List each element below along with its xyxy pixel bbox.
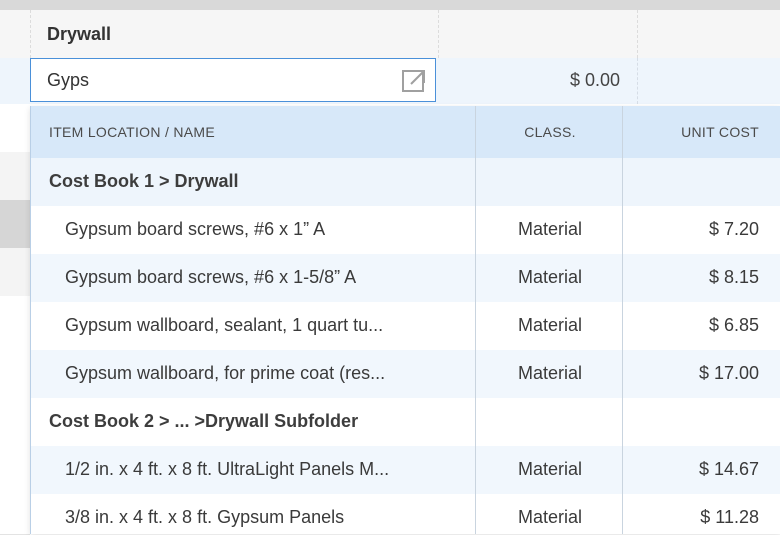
grid-row	[0, 488, 30, 535]
column-divider	[475, 106, 476, 534]
item-name: 1/2 in. x 4 ft. x 8 ft. UltraLight Panel…	[65, 459, 390, 479]
item-cost: $ 11.28	[700, 507, 759, 527]
column-header-name: ITEM LOCATION / NAME	[49, 124, 215, 140]
grid-row	[0, 152, 30, 201]
group-label: Cost Book 1 > Drywall	[49, 171, 239, 191]
item-class: Material	[517, 219, 583, 239]
column-divider	[622, 106, 623, 534]
item-cost: $ 14.67	[698, 459, 759, 479]
item-name: 3/8 in. x 4 ft. x 8 ft. Gypsum Panels	[65, 507, 345, 527]
item-name: Gypsum wallboard, for prime coat (res...	[65, 363, 386, 383]
price-cell[interactable]: $ 0.00	[440, 70, 620, 91]
item-search-dropdown[interactable]: ITEM LOCATION / NAME CLASS. UNIT COST Co…	[30, 106, 780, 534]
dropdown-header: ITEM LOCATION / NAME CLASS. UNIT COST	[31, 106, 780, 159]
item-class: Material	[517, 267, 583, 287]
item-class: Material	[517, 507, 583, 527]
grid-row	[0, 440, 30, 489]
list-item[interactable]: Gypsum board screws, #6 x 1-5/8” A Mater…	[31, 254, 780, 302]
group-row: Cost Book 1 > Drywall	[31, 158, 780, 206]
list-item[interactable]: 1/2 in. x 4 ft. x 8 ft. UltraLight Panel…	[31, 446, 780, 494]
item-cost: $ 6.85	[708, 315, 759, 335]
column-divider	[637, 58, 638, 104]
grid-row	[0, 392, 30, 441]
item-search-box[interactable]	[30, 58, 436, 102]
item-cost: $ 8.15	[708, 267, 759, 287]
item-class: Material	[517, 363, 583, 383]
column-header-class: CLASS.	[524, 124, 576, 140]
list-item[interactable]: Gypsum board screws, #6 x 1” A Material …	[31, 206, 780, 254]
column-divider	[438, 10, 439, 58]
column-divider	[637, 10, 638, 58]
grid-row	[0, 200, 30, 249]
item-name: Gypsum wallboard, sealant, 1 quart tu...	[65, 315, 384, 335]
item-cost: $ 17.00	[698, 363, 759, 383]
item-name: Gypsum board screws, #6 x 1-5/8” A	[65, 267, 357, 287]
item-name: Gypsum board screws, #6 x 1” A	[65, 219, 326, 239]
item-cost: $ 7.20	[708, 219, 759, 239]
list-item[interactable]: 3/8 in. x 4 ft. x 8 ft. Gypsum Panels Ma…	[31, 494, 780, 534]
grid-row	[0, 296, 30, 345]
list-item[interactable]: Gypsum wallboard, for prime coat (res...…	[31, 350, 780, 398]
item-search-input[interactable]	[47, 69, 387, 91]
section-header-row: Drywall	[0, 10, 780, 59]
grid-row	[0, 344, 30, 393]
top-bar	[0, 0, 780, 10]
list-item[interactable]: Gypsum wallboard, sealant, 1 quart tu...…	[31, 302, 780, 350]
group-label: Cost Book 2 > ... >Drywall Subfolder	[49, 411, 359, 431]
group-row: Cost Book 2 > ... >Drywall Subfolder	[31, 398, 780, 446]
grid-row	[0, 248, 30, 297]
column-divider	[30, 10, 31, 58]
external-link-icon[interactable]	[401, 68, 427, 94]
grid-row	[0, 104, 30, 153]
section-title: Drywall	[47, 24, 112, 44]
item-class: Material	[517, 315, 583, 335]
column-header-cost: UNIT COST	[681, 124, 759, 140]
item-class: Material	[517, 459, 583, 479]
